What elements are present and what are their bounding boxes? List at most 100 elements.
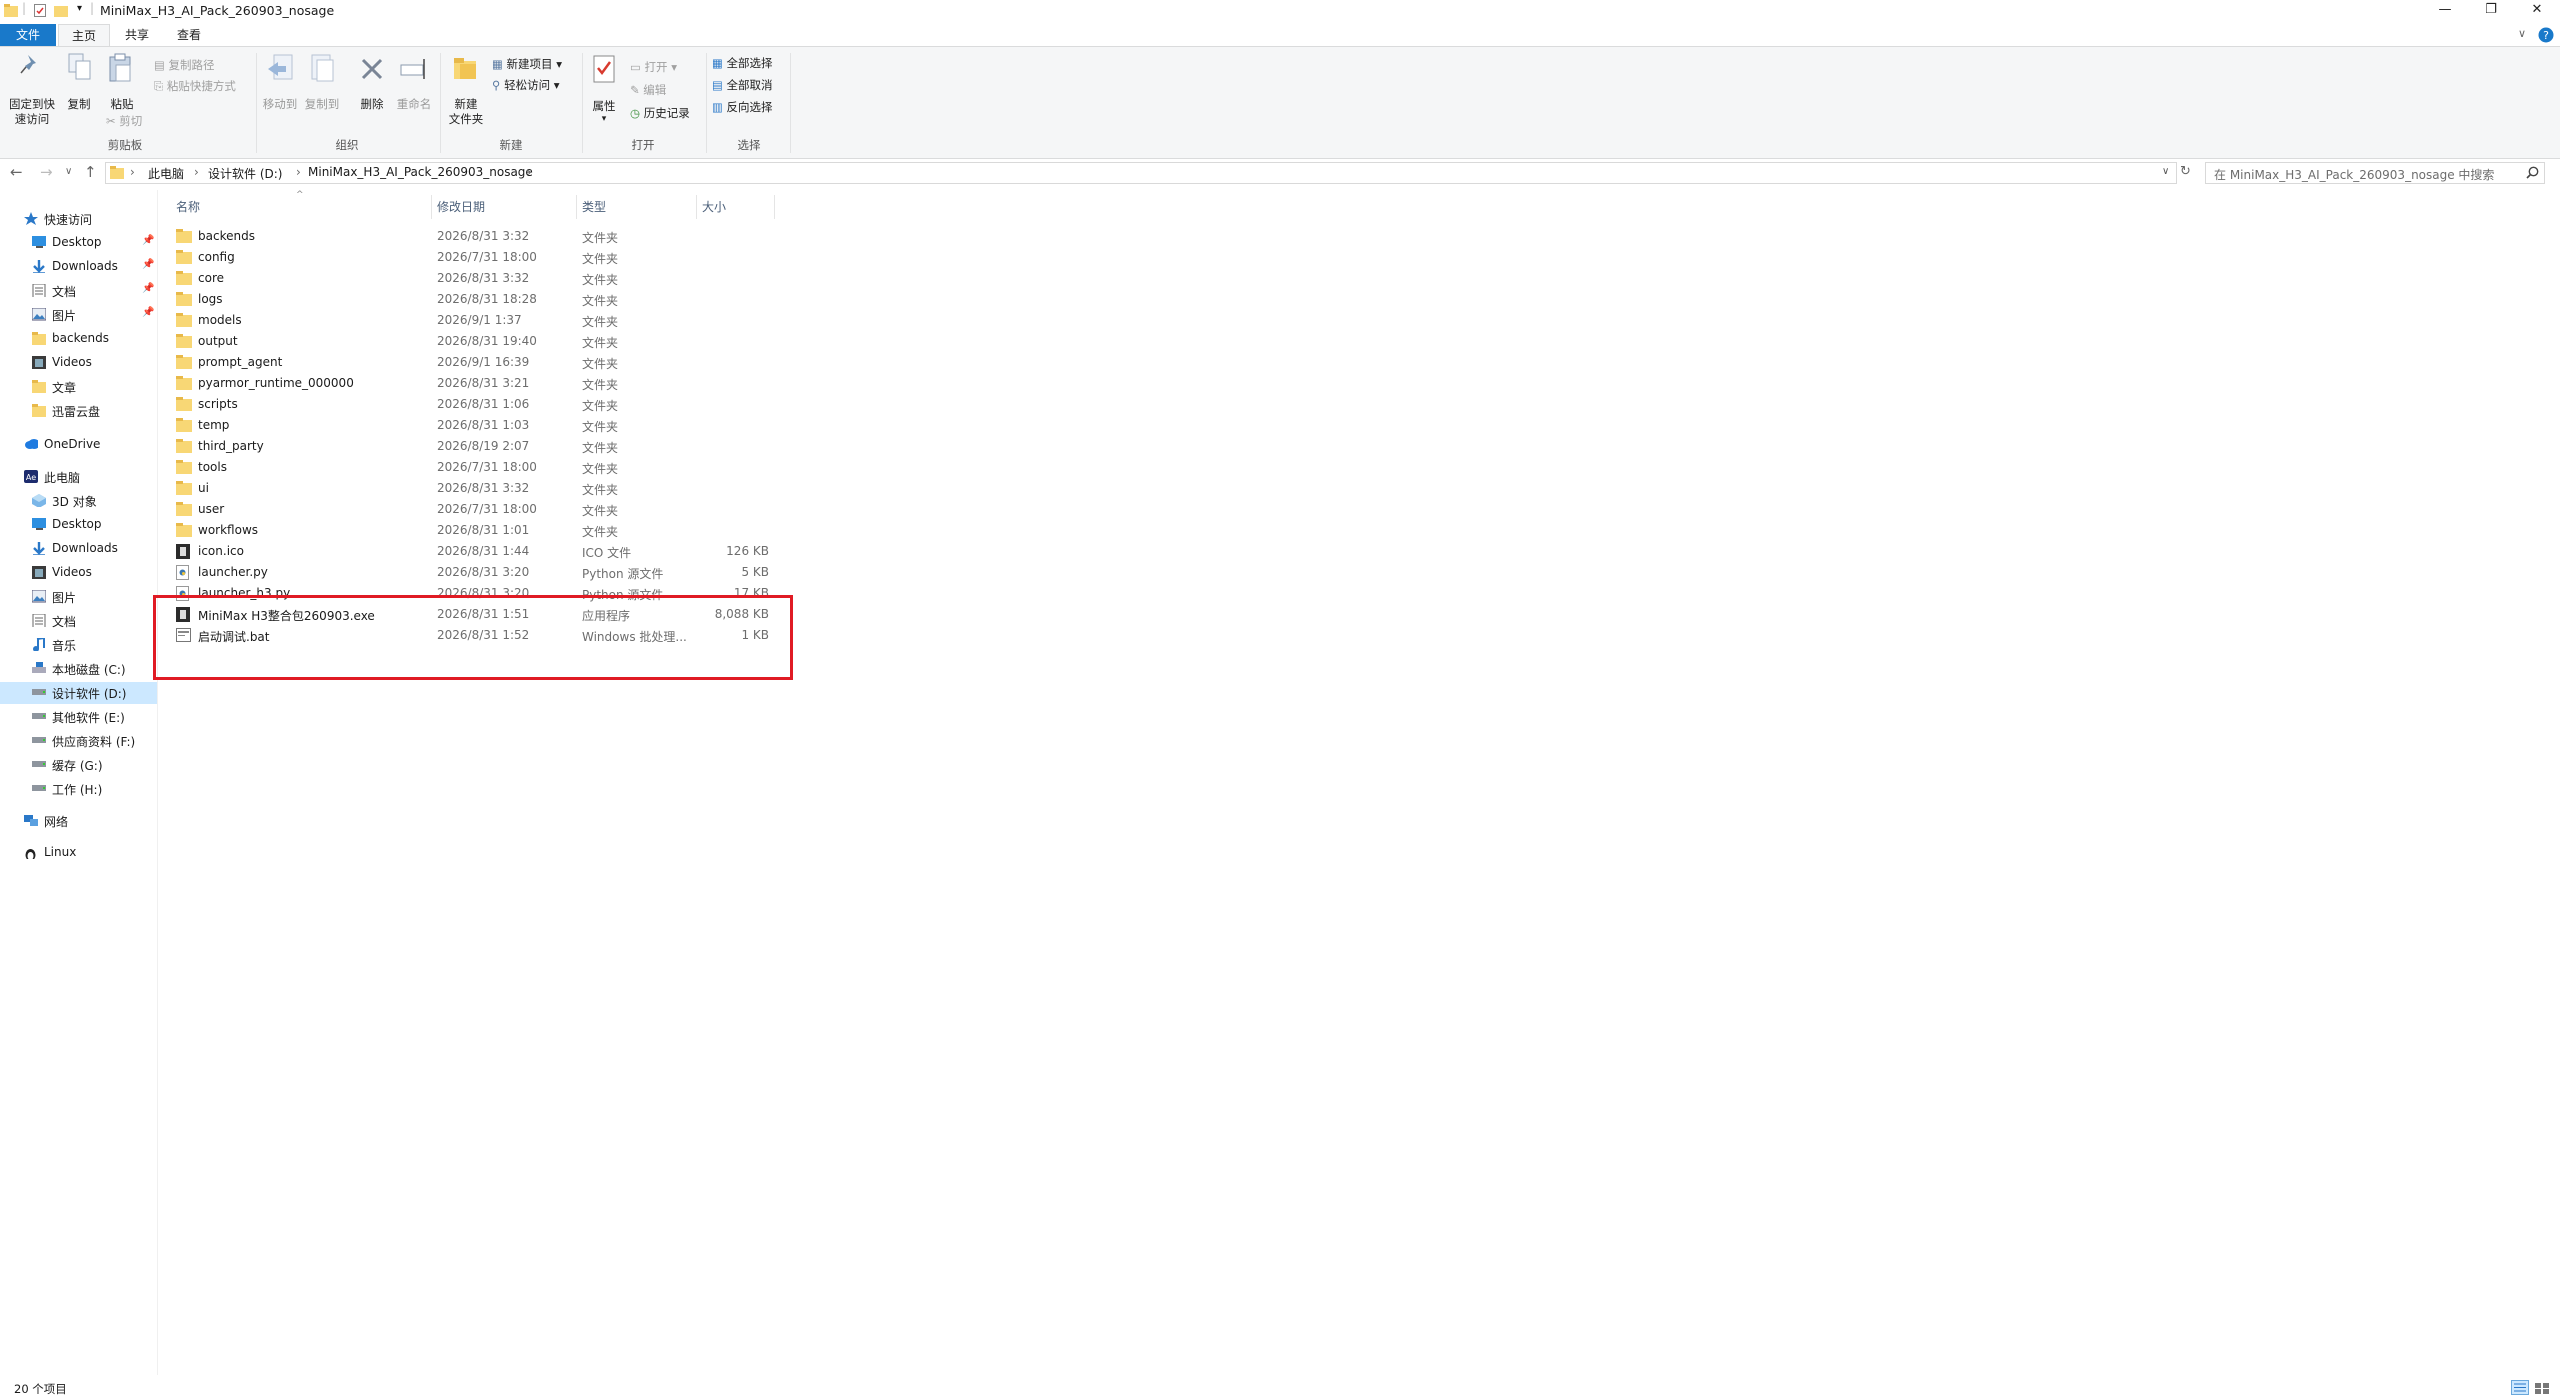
nav-quick-access[interactable]: 快速访问 <box>0 208 157 230</box>
nav-quick-desktop[interactable]: Desktop 📌 <box>0 232 157 254</box>
file-row[interactable]: core 2026/8/31 3:32 文件夹 <box>176 268 776 289</box>
nav-pc-drive-h[interactable]: 工作 (H:) <box>0 778 157 800</box>
search-box[interactable]: 在 MiniMax_H3_AI_Pack_260903_nosage 中搜索 <box>2205 162 2545 184</box>
file-row[interactable]: icon.ico 2026/8/31 1:44 ICO 文件 126 KB <box>176 541 776 562</box>
pin-icon[interactable]: 📌 <box>142 307 154 318</box>
column-divider[interactable] <box>431 195 432 219</box>
recent-dropdown-icon[interactable]: ∨ <box>65 166 72 177</box>
nav-quick-articles[interactable]: 文章 <box>0 376 157 398</box>
easy-access-button[interactable]: ⚲ 轻松访问 ▾ <box>492 77 560 93</box>
open-button[interactable]: ▭ 打开 ▾ <box>630 59 677 75</box>
rename-button[interactable]: 重命名 <box>394 51 434 121</box>
select-all-button[interactable]: ▦ 全部选择 <box>712 55 773 71</box>
move-to-button[interactable]: 移动到 <box>260 51 300 121</box>
file-row[interactable]: scripts 2026/8/31 1:06 文件夹 <box>176 394 776 415</box>
delete-button[interactable]: 删除 <box>352 51 392 121</box>
close-button[interactable]: ✕ <box>2514 0 2560 22</box>
nav-network[interactable]: 网络 <box>0 810 157 832</box>
file-row[interactable]: prompt_agent 2026/9/1 16:39 文件夹 <box>176 352 776 373</box>
nav-pc-desktop[interactable]: Desktop <box>0 514 157 536</box>
minimize-button[interactable]: — <box>2422 0 2468 22</box>
qat-dropdown-icon[interactable]: ▾ <box>77 3 82 14</box>
column-header-size[interactable]: 大小 <box>702 198 726 220</box>
file-row[interactable]: workflows 2026/8/31 1:01 文件夹 <box>176 520 776 541</box>
restore-button[interactable]: ❐ <box>2468 0 2514 22</box>
refresh-icon[interactable]: ↻ <box>2180 164 2191 179</box>
nav-quick-videos[interactable]: Videos <box>0 352 157 374</box>
file-row[interactable]: backends 2026/8/31 3:32 文件夹 <box>176 226 776 247</box>
back-arrow-icon[interactable]: ← <box>10 163 23 181</box>
file-row[interactable]: models 2026/9/1 1:37 文件夹 <box>176 310 776 331</box>
nav-pc-music[interactable]: 音乐 <box>0 634 157 656</box>
column-header-date[interactable]: 修改日期 <box>437 198 485 220</box>
address-bar[interactable]: › 此电脑 › 设计软件 (D:) › MiniMax_H3_AI_Pack_2… <box>105 162 2177 184</box>
history-button[interactable]: ◷ 历史记录 <box>630 105 690 121</box>
forward-arrow-icon[interactable]: → <box>40 163 53 181</box>
properties-qat-icon[interactable] <box>34 4 46 17</box>
pin-icon[interactable]: 📌 <box>142 259 154 270</box>
nav-pc-pictures[interactable]: 图片 <box>0 586 157 608</box>
file-row[interactable]: pyarmor_runtime_000000 2026/8/31 3:21 文件夹 <box>176 373 776 394</box>
tab-file[interactable]: 文件 <box>0 24 56 46</box>
file-row[interactable]: config 2026/7/31 18:00 文件夹 <box>176 247 776 268</box>
new-folder-button[interactable]: 新建 文件夹 <box>444 51 488 135</box>
edit-button[interactable]: ✎ 编辑 <box>630 82 666 98</box>
details-view-icon[interactable] <box>2511 1380 2529 1395</box>
tab-home[interactable]: 主页 <box>58 24 110 46</box>
cut-button[interactable]: ✂ 剪切 <box>106 113 142 129</box>
nav-quick-downloads[interactable]: Downloads 📌 <box>0 256 157 278</box>
paste-shortcut-button[interactable]: ⎘ 粘贴快捷方式 <box>154 78 236 94</box>
large-icons-view-icon[interactable] <box>2533 1380 2551 1395</box>
up-arrow-icon[interactable]: ↑ <box>84 163 97 181</box>
nav-pc-documents[interactable]: 文档 <box>0 610 157 632</box>
nav-pc-videos[interactable]: Videos <box>0 562 157 584</box>
file-row[interactable]: user 2026/7/31 18:00 文件夹 <box>176 499 776 520</box>
file-row[interactable]: launcher.py 2026/8/31 3:20 Python 源文件 5 KB <box>176 562 776 583</box>
column-header-name[interactable]: 名称 <box>176 198 200 220</box>
nav-onedrive[interactable]: OneDrive <box>0 434 157 456</box>
nav-quick-backends[interactable]: backends <box>0 328 157 350</box>
nav-this-pc[interactable]: Ae 此电脑 <box>0 466 157 488</box>
nav-quick-xunlei[interactable]: 迅雷云盘 <box>0 400 157 422</box>
nav-pc-drive-e[interactable]: 其他软件 (E:) <box>0 706 157 728</box>
column-divider[interactable] <box>576 195 577 219</box>
nav-pc-drive-f[interactable]: 供应商资料 (F:) <box>0 730 157 752</box>
nav-pc-drive-d[interactable]: 设计软件 (D:) <box>0 682 157 704</box>
nav-quick-pictures[interactable]: 图片 📌 <box>0 304 157 326</box>
collapse-ribbon-icon[interactable]: ∨ <box>2518 27 2526 40</box>
copy-path-button[interactable]: ▤ 复制路径 <box>154 57 215 73</box>
file-row[interactable]: logs 2026/8/31 18:28 文件夹 <box>176 289 776 310</box>
help-icon[interactable]: ? <box>2538 27 2554 43</box>
nav-pc-drive-g[interactable]: 缓存 (G:) <box>0 754 157 776</box>
nav-linux[interactable]: Linux <box>0 842 157 864</box>
file-row[interactable]: temp 2026/8/31 1:03 文件夹 <box>176 415 776 436</box>
pin-icon[interactable]: 📌 <box>142 283 154 294</box>
invert-selection-button[interactable]: ▥ 反向选择 <box>712 99 773 115</box>
file-row[interactable]: third_party 2026/8/19 2:07 文件夹 <box>176 436 776 457</box>
paste-button[interactable]: 粘贴 <box>100 51 144 121</box>
breadcrumb-this-pc[interactable]: 此电脑 <box>148 165 184 182</box>
copy-to-button[interactable]: 复制到 <box>302 51 342 121</box>
breadcrumb-current-folder[interactable]: MiniMax_H3_AI_Pack_260903_nosage <box>308 165 533 179</box>
new-item-button[interactable]: ▦ 新建项目 ▾ <box>492 56 562 72</box>
nav-quick-documents[interactable]: 文档 📌 <box>0 280 157 302</box>
breadcrumb-drive-d[interactable]: 设计软件 (D:) <box>208 165 282 182</box>
pin-to-quick-access-button[interactable]: 固定到快 速访问 <box>4 51 60 131</box>
pin-icon[interactable]: 📌 <box>142 235 154 246</box>
tab-share[interactable]: 共享 <box>112 24 162 46</box>
copy-button[interactable]: 复制 <box>62 51 96 121</box>
properties-button[interactable]: 属性 ▾ <box>586 51 622 135</box>
nav-pc-3d-objects[interactable]: 3D 对象 <box>0 490 157 512</box>
new-folder-qat-icon[interactable] <box>54 4 68 17</box>
tab-view[interactable]: 查看 <box>164 24 214 46</box>
column-header-type[interactable]: 类型 <box>582 198 606 220</box>
search-icon[interactable] <box>2526 166 2539 179</box>
column-divider[interactable] <box>696 195 697 219</box>
file-row[interactable]: tools 2026/7/31 18:00 文件夹 <box>176 457 776 478</box>
column-divider[interactable] <box>774 195 775 219</box>
address-dropdown-icon[interactable]: ∨ <box>2162 166 2169 177</box>
file-row[interactable]: output 2026/8/31 19:40 文件夹 <box>176 331 776 352</box>
nav-pc-downloads[interactable]: Downloads <box>0 538 157 560</box>
file-row[interactable]: ui 2026/8/31 3:32 文件夹 <box>176 478 776 499</box>
nav-pc-drive-c[interactable]: 本地磁盘 (C:) <box>0 658 157 680</box>
